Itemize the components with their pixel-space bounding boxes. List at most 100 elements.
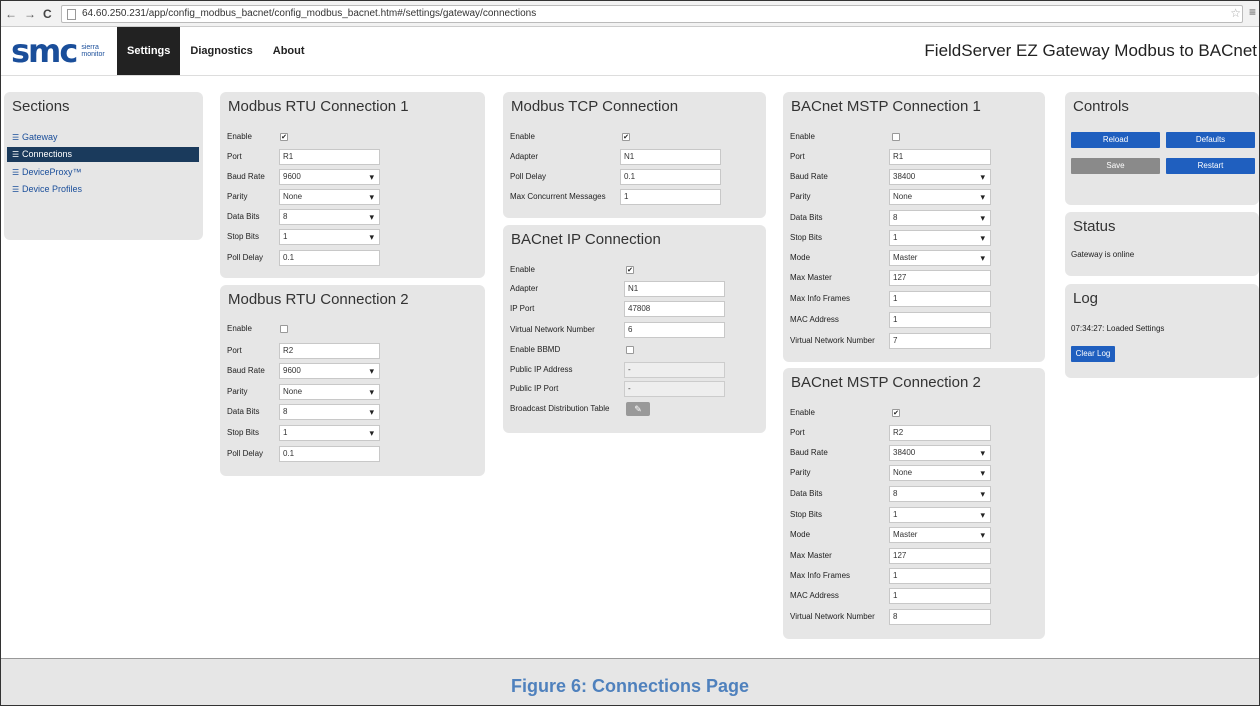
bookmark-star-icon[interactable]: ☆ xyxy=(1230,6,1241,20)
sidebar-item-gateway[interactable]: ☰ Gateway xyxy=(7,130,199,145)
rtu1-polldelay-input[interactable]: 0.1 xyxy=(279,250,380,266)
tcp-polldelay-input[interactable]: 0.1 xyxy=(620,169,721,185)
sidebar-item-deviceproxy[interactable]: ☰ DeviceProxy™ xyxy=(7,165,199,180)
mstp2-enable-checkbox[interactable]: ✔ xyxy=(892,409,900,417)
figure-caption-bar: Figure 6: Connections Page xyxy=(1,658,1259,705)
save-button[interactable]: Save xyxy=(1071,158,1160,174)
rtu1-baud-select[interactable]: 9600 xyxy=(279,169,380,185)
mstp2-mac-input[interactable]: 1 xyxy=(889,588,991,604)
rtu2-parity-select[interactable]: None xyxy=(279,384,380,400)
bdt-edit-button[interactable]: ✎ xyxy=(626,402,650,416)
figure-frame: ← → C 64.60.250.231/app/config_modbus_ba… xyxy=(0,0,1260,706)
mstp2-mode-select[interactable]: Master xyxy=(889,527,991,543)
tcp-adapter-input[interactable]: N1 xyxy=(620,149,721,165)
port-label: Port xyxy=(790,152,805,161)
mstp2-port-input[interactable]: R2 xyxy=(889,425,991,441)
parity-label: Parity xyxy=(790,468,811,477)
parity-label: Parity xyxy=(227,387,248,396)
bip-adapter-input[interactable]: N1 xyxy=(624,281,725,297)
tab-diagnostics[interactable]: Diagnostics xyxy=(180,27,262,75)
adapter-label: Adapter xyxy=(510,284,539,293)
mstp1-title: BACnet MSTP Connection 1 xyxy=(791,98,981,115)
polldelay-label: Poll Delay xyxy=(510,172,547,181)
enable-label: Enable xyxy=(790,408,815,417)
tab-settings[interactable]: Settings xyxy=(117,27,181,75)
mstp2-stopbits-select[interactable]: 1 xyxy=(889,507,991,523)
log-title: Log xyxy=(1073,290,1099,307)
bip-pubport-input[interactable]: - xyxy=(624,381,725,397)
mstp2-parity-select[interactable]: None xyxy=(889,465,991,481)
reload-icon[interactable]: C xyxy=(43,7,52,21)
mstp1-vnn-input[interactable]: 7 xyxy=(889,333,991,349)
rtu1-stopbits-select[interactable]: 1 xyxy=(279,229,380,245)
rtu2-port-input[interactable]: R2 xyxy=(279,343,380,359)
mstp1-mode-select[interactable]: Master xyxy=(889,250,991,266)
rtu1-title: Modbus RTU Connection 1 xyxy=(228,98,409,115)
tab-about[interactable]: About xyxy=(263,27,315,75)
browser-menu-icon[interactable]: ≡ xyxy=(1249,5,1256,19)
rtu2-databits-select[interactable]: 8 xyxy=(279,404,380,420)
parity-label: Parity xyxy=(227,192,248,201)
rtu1-enable-checkbox[interactable]: ✔ xyxy=(280,133,288,141)
mstp1-maxmaster-input[interactable]: 127 xyxy=(889,270,991,286)
enable-label: Enable xyxy=(510,265,535,274)
mstp1-mac-input[interactable]: 1 xyxy=(889,312,991,328)
mstp1-stopbits-select[interactable]: 1 xyxy=(889,230,991,246)
bip-enable-checkbox[interactable]: ✔ xyxy=(626,266,634,274)
enable-label: Enable xyxy=(790,132,815,141)
mstp1-maxinfo-input[interactable]: 1 xyxy=(889,291,991,307)
status-title: Status xyxy=(1073,218,1116,235)
address-bar[interactable]: 64.60.250.231/app/config_modbus_bacnet/c… xyxy=(61,5,1243,23)
restart-button[interactable]: Restart xyxy=(1166,158,1255,174)
back-arrow-icon[interactable]: ← xyxy=(5,7,17,21)
mstp2-baud-select[interactable]: 38400 xyxy=(889,445,991,461)
sections-title: Sections xyxy=(12,98,70,115)
mstp2-maxinfo-input[interactable]: 1 xyxy=(889,568,991,584)
mstp1-baud-select[interactable]: 38400 xyxy=(889,169,991,185)
bdt-label: Broadcast Distribution Table xyxy=(510,404,610,413)
forward-arrow-icon[interactable]: → xyxy=(24,7,36,21)
adapter-label: Adapter xyxy=(510,152,539,161)
list-icon: ☰ xyxy=(12,185,20,194)
bip-ipport-input[interactable]: 47808 xyxy=(624,301,725,317)
mstp2-maxmaster-input[interactable]: 127 xyxy=(889,548,991,564)
tcp-enable-checkbox[interactable]: ✔ xyxy=(622,133,630,141)
stopbits-label: Stop Bits xyxy=(790,233,823,242)
url-text: 64.60.250.231/app/config_modbus_bacnet/c… xyxy=(82,8,537,19)
reload-button[interactable]: Reload xyxy=(1071,132,1160,148)
polldelay-label: Poll Delay xyxy=(227,253,264,262)
vnn-label: Virtual Network Number xyxy=(510,325,595,334)
parity-label: Parity xyxy=(790,192,811,201)
databits-label: Data Bits xyxy=(790,489,823,498)
rtu2-baud-select[interactable]: 9600 xyxy=(279,363,380,379)
mstp2-databits-select[interactable]: 8 xyxy=(889,486,991,502)
clear-log-button[interactable]: Clear Log xyxy=(1071,346,1115,362)
rtu2-panel: Modbus RTU Connection 2 Enable Port R2 B… xyxy=(220,285,485,476)
mstp1-databits-select[interactable]: 8 xyxy=(889,210,991,226)
tcp-maxmsg-input[interactable]: 1 xyxy=(620,189,721,205)
pubport-label: Public IP Port xyxy=(510,384,559,393)
rtu1-port-input[interactable]: R1 xyxy=(279,149,380,165)
defaults-button[interactable]: Defaults xyxy=(1166,132,1255,148)
rtu1-panel: Modbus RTU Connection 1 Enable ✔ Port R1… xyxy=(220,92,485,278)
mstp2-vnn-input[interactable]: 8 xyxy=(889,609,991,625)
rtu2-stopbits-select[interactable]: 1 xyxy=(279,425,380,441)
baud-label: Baud Rate xyxy=(227,172,265,181)
mstp1-parity-select[interactable]: None xyxy=(889,189,991,205)
rtu2-polldelay-input[interactable]: 0.1 xyxy=(279,446,380,462)
mac-label: MAC Address xyxy=(790,591,839,600)
databits-label: Data Bits xyxy=(227,407,260,416)
rtu1-databits-select[interactable]: 8 xyxy=(279,209,380,225)
bip-vnn-input[interactable]: 6 xyxy=(624,322,725,338)
list-icon: ☰ xyxy=(12,150,20,159)
rtu1-parity-select[interactable]: None xyxy=(279,189,380,205)
port-label: Port xyxy=(227,152,242,161)
sidebar-item-device-profiles[interactable]: ☰ Device Profiles xyxy=(7,182,199,197)
status-panel: Status Gateway is online xyxy=(1065,212,1259,276)
bip-bbmd-checkbox[interactable] xyxy=(626,346,634,354)
mstp1-enable-checkbox[interactable] xyxy=(892,133,900,141)
bip-pubip-input[interactable]: - xyxy=(624,362,725,378)
rtu2-enable-checkbox[interactable] xyxy=(280,325,288,333)
sidebar-item-connections[interactable]: ☰ Connections xyxy=(7,147,199,162)
mstp1-port-input[interactable]: R1 xyxy=(889,149,991,165)
